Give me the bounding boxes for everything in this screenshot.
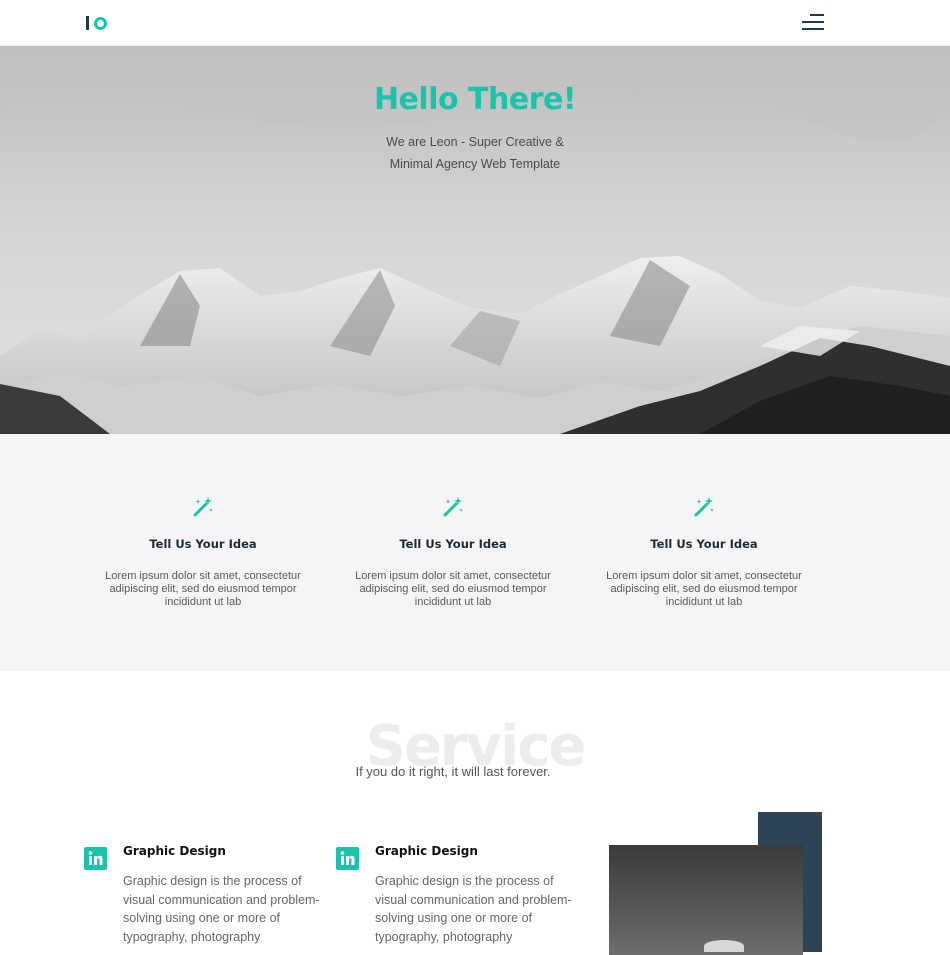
hero-subtitle-line-1: We are Leon - Super Creative & [386, 135, 564, 149]
hero-title: Hello There! [373, 82, 577, 117]
service-title: Graphic Design [375, 844, 478, 858]
service-title: Graphic Design [123, 844, 226, 858]
magic-wand-icon [694, 497, 714, 517]
magic-wand-icon [193, 497, 213, 517]
service-text: Graphic design is the process of visual … [123, 874, 320, 944]
photo-mountain-peak [704, 940, 744, 952]
linkedin-icon[interactable] [336, 847, 359, 870]
service-text: Graphic design is the process of visual … [375, 874, 572, 944]
hamburger-menu-icon[interactable] [802, 13, 824, 31]
features-section: Tell Us Your Idea Lorem ipsum dolor sit … [0, 434, 950, 671]
site-header [0, 0, 950, 46]
feature-title: Tell Us Your Idea [650, 537, 758, 551]
feature-title: Tell Us Your Idea [149, 537, 257, 551]
service-photo [609, 845, 803, 955]
hero-subtitle-line-2: Minimal Agency Web Template [389, 157, 561, 171]
magic-wand-icon [443, 497, 463, 517]
service-tagline: If you do it right, it will last forever… [355, 764, 551, 779]
feature-title: Tell Us Your Idea [399, 537, 507, 551]
logo[interactable] [86, 14, 107, 32]
hero-section: Hello There! We are Leon - Super Creativ… [0, 46, 950, 434]
feature-text: Lorem ipsum dolor sit amet, consectetur … [355, 570, 551, 608]
feature-text: Lorem ipsum dolor sit amet, consectetur … [105, 570, 301, 608]
linkedin-icon[interactable] [84, 847, 107, 870]
hero-subtitle: We are Leon - Super Creative & Minimal A… [0, 131, 950, 175]
logo-bar [86, 16, 89, 30]
feature-text: Lorem ipsum dolor sit amet, consectetur … [606, 570, 802, 608]
logo-ring [94, 16, 107, 30]
